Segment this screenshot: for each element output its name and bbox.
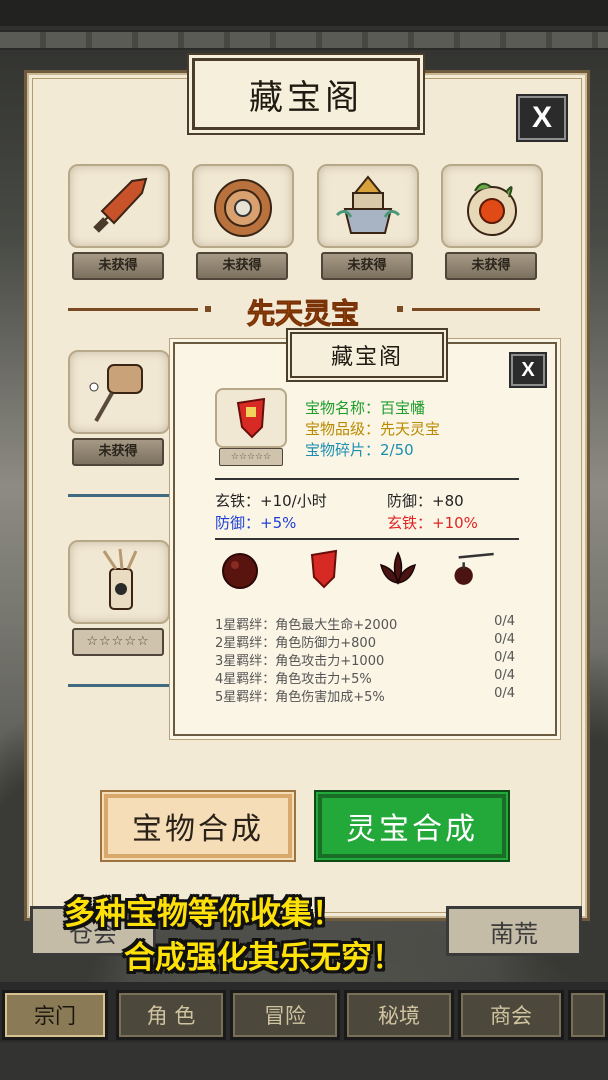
stat-bonus: 防御：+5%	[215, 514, 297, 532]
treasure-status: 未获得	[72, 438, 164, 466]
treasure-status: 未获得	[196, 252, 288, 280]
bond-progress: 0/4	[494, 650, 515, 665]
section-divider	[68, 308, 198, 311]
bond-progress: 0/4	[494, 632, 515, 647]
treasure-name: 宝物名称：百宝幡	[305, 399, 426, 417]
bond-progress: 0/4	[494, 614, 515, 629]
treasure-detail-popup: 藏宝阁 X ☆☆☆☆☆ 宝物名称：百宝幡 宝物品级：先天灵宝 宝物碎片：2/50…	[173, 332, 557, 736]
bond-label: 5星羁绊：角色伤害加成+5%	[215, 690, 385, 705]
detail-close-button[interactable]: X	[511, 354, 545, 386]
nav-tab-secret-realm[interactable]: 秘境	[344, 990, 454, 1040]
treasure-slot[interactable]: ☆☆☆☆☆	[68, 540, 170, 656]
treasure-slot[interactable]: 未获得	[192, 164, 294, 280]
section-divider	[397, 306, 403, 312]
treasure-status: 未获得	[321, 252, 413, 280]
bond-label: 2星羁绊：角色防御力+800	[215, 636, 376, 651]
disc-icon	[192, 164, 294, 248]
bond-progress: 0/4	[494, 686, 515, 701]
divider	[215, 478, 519, 480]
divider	[215, 538, 519, 540]
quiver-icon	[68, 540, 170, 624]
section-divider	[412, 308, 540, 311]
nav-tab-adventure[interactable]: 冒险	[230, 990, 340, 1040]
section-divider	[205, 306, 211, 312]
whip-icon	[447, 544, 497, 594]
tower-icon	[317, 164, 419, 248]
section-divider	[68, 684, 173, 687]
bond-progress: 0/4	[494, 668, 515, 683]
panel-title: 藏宝阁	[192, 58, 420, 130]
red-bead-icon	[215, 544, 265, 594]
section-title: 先天灵宝	[246, 297, 359, 331]
nav-tab-guild[interactable]: 商会	[458, 990, 564, 1040]
nav-tab-sect[interactable]: 宗门	[2, 990, 108, 1040]
close-button[interactable]: X	[518, 96, 566, 140]
treasure-status: 未获得	[445, 252, 537, 280]
treasure-grade: 宝物品级：先天灵宝	[305, 420, 441, 438]
detail-stars: ☆☆☆☆☆	[219, 448, 283, 466]
bond-label: 4星羁绊：角色攻击力+5%	[215, 672, 372, 687]
treasure-merge-button[interactable]: 宝物合成	[104, 794, 292, 858]
banner-staff-icon	[68, 350, 170, 434]
nav-tab-character[interactable]: 角 色	[116, 990, 226, 1040]
promo-line-1: 多种宝物等你收集！	[64, 896, 343, 932]
nav-tab-more[interactable]	[568, 990, 608, 1040]
banner-icon	[299, 544, 349, 594]
detail-title: 藏宝阁	[290, 332, 444, 378]
treasure-status: 未获得	[72, 252, 164, 280]
lotus-icon	[373, 544, 423, 594]
spirit-merge-button[interactable]: 灵宝合成	[318, 794, 506, 858]
stat-value: 玄铁：+10/小时	[215, 492, 327, 510]
bottom-background	[0, 1042, 608, 1080]
section-divider	[68, 494, 173, 497]
sub-tab-nanhuang[interactable]: 南荒	[446, 906, 582, 956]
treasure-stars: ☆☆☆☆☆	[72, 628, 164, 656]
bond-label: 3星羁绊：角色攻击力+1000	[215, 654, 385, 669]
stat-bonus: 玄铁：+10%	[387, 514, 478, 532]
frame-rail	[0, 30, 608, 50]
bond-label: 1星羁绊：角色最大生命+2000	[215, 618, 398, 633]
orb-icon	[441, 164, 543, 248]
treasure-shards: 宝物碎片：2/50	[305, 441, 414, 459]
top-strip	[0, 0, 608, 26]
treasure-slot[interactable]: 未获得	[317, 164, 419, 280]
treasure-slot[interactable]: 未获得	[68, 164, 170, 280]
stat-value: 防御：+80	[387, 492, 464, 510]
treasure-slot[interactable]: 未获得	[441, 164, 543, 280]
banner-icon	[215, 388, 287, 448]
promo-line-2: 合成强化其乐无穷！	[124, 940, 403, 976]
sword-icon	[68, 164, 170, 248]
treasure-slot[interactable]: 未获得	[68, 350, 170, 466]
